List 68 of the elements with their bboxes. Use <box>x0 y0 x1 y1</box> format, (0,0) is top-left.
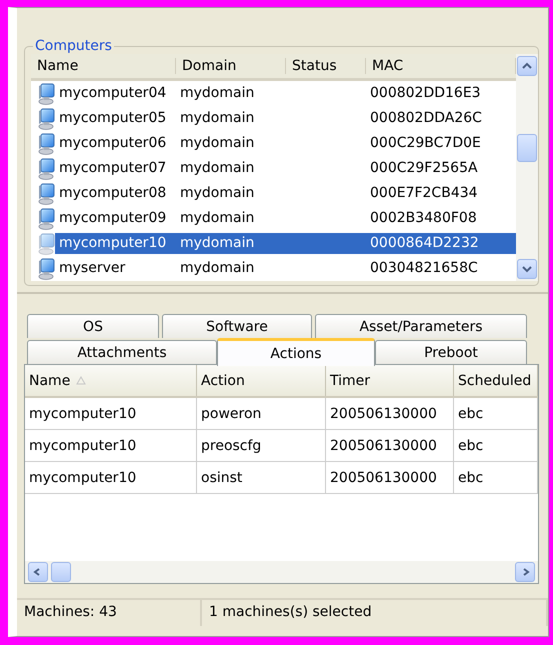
tab[interactable]: Asset/Parameters <box>315 314 527 338</box>
mac-cell-text: 00304821658C <box>369 259 479 278</box>
table-cell: ebc <box>454 462 538 494</box>
column-header[interactable]: Domain <box>176 58 286 74</box>
domain-cell-text: mydomain <box>179 184 256 203</box>
table-cell: mycomputer10 <box>25 462 197 494</box>
column-header[interactable]: Timer <box>326 365 454 396</box>
table-cell: preoscfg <box>197 430 326 462</box>
computer-icon <box>37 208 55 230</box>
domain-cell-text: mydomain <box>179 234 256 253</box>
computer-icon <box>37 82 55 104</box>
domain-cell-text: mydomain <box>179 109 256 128</box>
computer-name[interactable]: mycomputer05 <box>55 108 176 129</box>
column-header[interactable]: Action <box>197 365 326 396</box>
computer-name[interactable]: mycomputer04 <box>55 83 176 104</box>
mac-cell-text: 000C29BC7D0E <box>369 134 482 153</box>
scroll-down-button[interactable] <box>517 259 537 279</box>
computer-name[interactable]: mycomputer06 <box>55 133 176 154</box>
computer-name[interactable]: mycomputer10 <box>55 233 176 254</box>
domain-cell-text: mydomain <box>179 159 256 178</box>
mac-cell-text: 000802DD16E3 <box>369 84 482 103</box>
column-header[interactable]: Name <box>25 365 197 396</box>
table-cell: mycomputer10 <box>25 398 197 430</box>
scroll-up-button[interactable] <box>517 56 537 76</box>
table-cell: 200506130000 <box>326 462 454 494</box>
mac-cell-text: 0002B3480F08 <box>369 209 478 228</box>
mac-cell-text: 000802DDA26C <box>369 109 483 128</box>
scroll-left-button[interactable] <box>28 562 48 582</box>
computer-icon <box>37 158 55 180</box>
mac-cell-text: 000C29F2565A <box>369 159 479 178</box>
status-text: Machines: 43 <box>17 600 202 626</box>
computer-icon <box>37 258 55 280</box>
table-cell: poweron <box>197 398 326 430</box>
scrollbar-thumb[interactable] <box>51 562 71 582</box>
tab[interactable]: Actions <box>217 338 375 366</box>
mac-cell-text: 0000864D2232 <box>369 234 480 253</box>
domain-cell-text: mydomain <box>179 134 256 153</box>
table-cell: ebc <box>454 430 538 462</box>
computer-icon <box>37 232 55 254</box>
computer-icon <box>37 132 55 154</box>
computer-name[interactable]: mycomputer09 <box>55 208 176 229</box>
scroll-right-button[interactable] <box>515 562 535 582</box>
tab[interactable]: Software <box>162 314 312 338</box>
table-cell: 200506130000 <box>326 430 454 462</box>
chevron-icon <box>522 265 532 273</box>
computer-icon <box>37 108 55 130</box>
table-cell: osinst <box>197 462 326 494</box>
mac-cell-text: 000E7F2CB434 <box>369 184 479 203</box>
computer-name[interactable]: mycomputer08 <box>55 183 176 204</box>
tab[interactable]: OS <box>27 314 159 338</box>
tab[interactable]: Attachments <box>27 340 217 364</box>
table-cell: 200506130000 <box>326 398 454 430</box>
group-title: Computers <box>34 38 113 54</box>
tab[interactable]: Preboot <box>375 340 527 364</box>
table-cell: ebc <box>454 398 538 430</box>
domain-cell-text: mydomain <box>179 259 256 278</box>
computer-name[interactable]: mycomputer07 <box>55 158 176 179</box>
scrollbar-thumb[interactable] <box>517 134 537 162</box>
computer-icon <box>37 182 55 204</box>
table-cell: mycomputer10 <box>25 430 197 462</box>
column-header[interactable]: Scheduled <box>454 365 538 396</box>
domain-cell-text: mydomain <box>179 209 256 228</box>
status-text: 1 machines(s) selected <box>202 600 548 626</box>
chevron-icon <box>522 62 532 70</box>
column-header[interactable]: Status <box>286 58 366 74</box>
domain-cell-text: mydomain <box>179 84 256 103</box>
computer-name[interactable]: myserver <box>55 258 176 279</box>
column-header[interactable]: Name <box>31 58 176 74</box>
